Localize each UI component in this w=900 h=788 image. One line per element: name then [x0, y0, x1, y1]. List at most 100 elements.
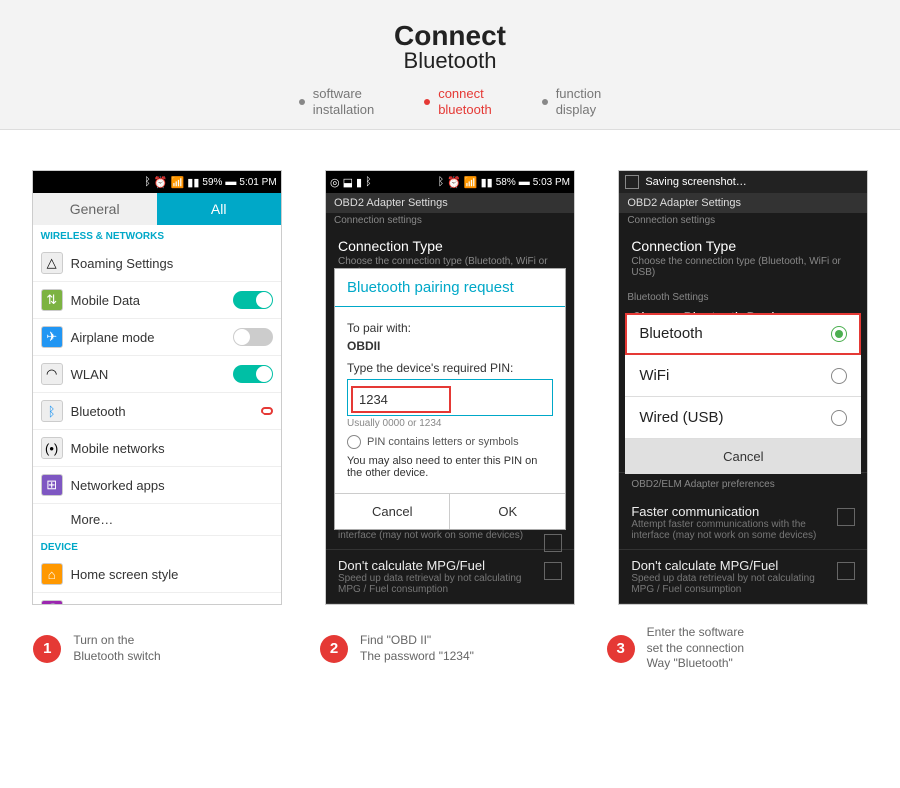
- ok-button[interactable]: OK: [449, 494, 565, 529]
- status-time: 5:03 PM: [533, 177, 570, 188]
- step-badge: 2: [320, 635, 348, 663]
- bg-item-mpg[interactable]: Don't calculate MPG/Fuel Speed up data r…: [619, 550, 867, 604]
- signal-icon: ▮▮: [481, 176, 493, 189]
- tab-all[interactable]: All: [157, 193, 281, 225]
- radio-icon: [831, 410, 847, 426]
- cancel-button[interactable]: Cancel: [335, 494, 450, 529]
- conn-type-desc: Choose the connection type (Bluetooth, W…: [619, 254, 867, 286]
- step-badge: 3: [607, 635, 635, 663]
- status-bar: ᛒ ⏰ 📶 ▮▮ 59% ▬ 5:01 PM: [33, 171, 281, 193]
- alarm-icon: ⏰: [447, 176, 461, 189]
- section-device: DEVICE: [33, 536, 281, 556]
- cancel-button[interactable]: Cancel: [625, 439, 861, 474]
- dot-icon: [542, 99, 548, 105]
- row-networked-apps[interactable]: ⊞ Networked apps: [33, 467, 281, 504]
- wlan-icon: ◠: [41, 363, 63, 385]
- tab-general[interactable]: General: [33, 193, 157, 225]
- checkbox[interactable]: [837, 508, 855, 526]
- tabs: General All: [33, 193, 281, 225]
- connection-type-dialog: Bluetooth WiFi Wired (USB) Cancel: [625, 313, 861, 474]
- notif-icon: ◎: [330, 176, 340, 189]
- roaming-icon: △: [41, 252, 63, 274]
- screen-sub: Connection settings: [326, 213, 574, 228]
- radio-icon: [831, 368, 847, 384]
- toggle-airplane[interactable]: [233, 328, 273, 346]
- section-wireless: WIRELESS & NETWORKS: [33, 225, 281, 245]
- phone-1: ᛒ ⏰ 📶 ▮▮ 59% ▬ 5:01 PM General All WIREL…: [32, 170, 282, 605]
- phones-row: ᛒ ⏰ 📶 ▮▮ 59% ▬ 5:01 PM General All WIREL…: [0, 130, 900, 615]
- step-badge: 1: [33, 635, 61, 663]
- footer-steps: 1 Turn on theBluetooth switch 2 Find "OB…: [0, 615, 900, 712]
- screen-header: OBD2 Adapter Settings: [326, 193, 574, 213]
- row-mobile-data[interactable]: ⇅ Mobile Data: [33, 282, 281, 319]
- signal-icon: ▮: [356, 176, 362, 189]
- row-bluetooth[interactable]: ᛒ Bluetooth: [33, 393, 281, 430]
- screen-sub: Connection settings: [619, 213, 867, 228]
- bluetooth-row-icon: ᛒ: [41, 400, 63, 422]
- step-3: 3 Enter the softwareset the connectionWa…: [607, 625, 867, 672]
- page-title: Connect Bluetooth: [0, 20, 900, 74]
- row-airplane[interactable]: ✈ Airplane mode: [33, 319, 281, 356]
- bluetooth-icon: ᛒ: [365, 176, 372, 188]
- apps-icon: ⊞: [41, 474, 63, 496]
- row-sound[interactable]: 🔊 Sound: [33, 593, 281, 604]
- title-line2: Bluetooth: [0, 48, 900, 74]
- toggle-wlan[interactable]: [233, 365, 273, 383]
- antenna-icon: (•): [41, 437, 63, 459]
- settings-list[interactable]: WIRELESS & NETWORKS △ Roaming Settings ⇅…: [33, 225, 281, 604]
- wifi-icon: 📶: [464, 176, 478, 189]
- row-home-style[interactable]: ⌂ Home screen style: [33, 556, 281, 593]
- checkbox[interactable]: [544, 534, 562, 552]
- battery-icon: ▬: [519, 176, 530, 188]
- pin-letters-checkbox[interactable]: PIN contains letters or symbols: [347, 435, 553, 449]
- conn-type-title[interactable]: Connection Type: [619, 228, 867, 254]
- header-strip: Connect Bluetooth softwareinstallation c…: [0, 0, 900, 130]
- battery-pct: 58%: [496, 177, 516, 188]
- signal-icon: ▮▮: [187, 176, 199, 189]
- airplane-icon: ✈: [41, 326, 63, 348]
- screen-header: OBD2 Adapter Settings: [619, 193, 867, 213]
- conn-type-title[interactable]: Connection Type: [326, 228, 574, 254]
- data-icon: ⇅: [41, 289, 63, 311]
- option-wifi[interactable]: WiFi: [625, 355, 861, 397]
- bg-item-mpg[interactable]: Don't calculate MPG/Fuel Speed up data r…: [326, 550, 574, 604]
- row-roaming[interactable]: △ Roaming Settings: [33, 245, 281, 282]
- sound-icon: 🔊: [41, 600, 63, 604]
- nav-item-connect[interactable]: connectbluetooth: [424, 86, 492, 117]
- pair-with-label: To pair with:: [347, 321, 553, 335]
- phone-2: ◎ ⬓ ▮ ᛒ ᛒ ⏰ 📶 ▮▮ 58% ▬ 5:03 PM OBD2 Adap…: [325, 170, 575, 605]
- nav-item-software[interactable]: softwareinstallation: [299, 86, 374, 117]
- pin-note: You may also need to enter this PIN on t…: [347, 455, 553, 479]
- step-nav: softwareinstallation connectbluetooth fu…: [0, 86, 900, 117]
- phone-3: Saving screenshot… OBD2 Adapter Settings…: [618, 170, 868, 605]
- nav-item-function[interactable]: functiondisplay: [542, 86, 602, 117]
- bg-item-faster[interactable]: Faster communication Attempt faster comm…: [619, 496, 867, 550]
- pin-input[interactable]: 1234: [352, 387, 450, 412]
- battery-icon: ▬: [225, 176, 236, 188]
- pin-hint: Usually 0000 or 1234: [347, 418, 553, 429]
- bluetooth-icon: ᛒ: [144, 176, 151, 188]
- row-wlan[interactable]: ◠ WLAN: [33, 356, 281, 393]
- bg-item-prefs: OBD2/ELM Adapter preferences: [619, 472, 867, 496]
- wifi-icon: 📶: [171, 176, 185, 189]
- option-wired[interactable]: Wired (USB): [625, 397, 861, 439]
- row-mobile-networks[interactable]: (•) Mobile networks: [33, 430, 281, 467]
- screenshot-icon: [625, 175, 639, 189]
- pin-label: Type the device's required PIN:: [347, 361, 553, 375]
- pairing-dialog: Bluetooth pairing request To pair with: …: [334, 268, 566, 530]
- toggle-mobile-data[interactable]: [233, 291, 273, 309]
- dialog-title: Bluetooth pairing request: [335, 269, 565, 307]
- radio-selected-icon: [831, 326, 847, 342]
- bt-settings-label: Bluetooth Settings: [619, 290, 867, 305]
- option-bluetooth[interactable]: Bluetooth: [625, 313, 861, 355]
- battery-pct: 59%: [202, 177, 222, 188]
- step-1: 1 Turn on theBluetooth switch: [33, 625, 293, 672]
- status-time: 5:01 PM: [239, 177, 276, 188]
- saving-notification: Saving screenshot…: [619, 171, 867, 193]
- row-more[interactable]: More…: [33, 504, 281, 536]
- checkbox[interactable]: [837, 562, 855, 580]
- bluetooth-icon: ᛒ: [438, 176, 445, 188]
- notif-icon: ⬓: [343, 176, 353, 189]
- status-bar: ◎ ⬓ ▮ ᛒ ᛒ ⏰ 📶 ▮▮ 58% ▬ 5:03 PM: [326, 171, 574, 193]
- checkbox[interactable]: [544, 562, 562, 580]
